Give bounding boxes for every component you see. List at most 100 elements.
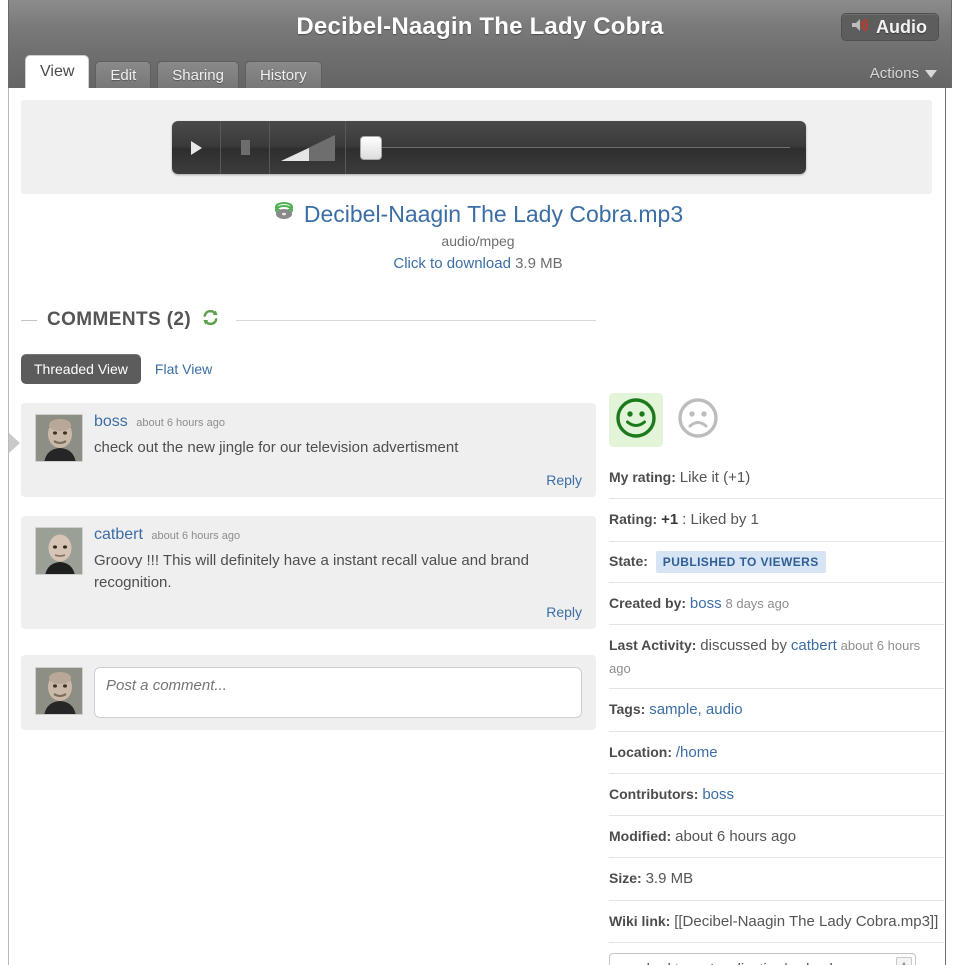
avatar [35,414,83,462]
last-activity-verb: discussed by [700,637,787,655]
my-rating-row: My rating: Like it (+1) [609,457,944,500]
embed-scrollbar[interactable]: ▲ ▼ [896,956,912,965]
volume-slider[interactable] [270,121,346,174]
contributors-label: Contributors: [609,785,699,802]
my-rating-label: My rating: [609,469,676,485]
audio-badge-label: Audio [876,16,927,37]
tab-strip: View Edit Sharing History Actions [8,53,952,88]
contributors-value[interactable]: boss [702,786,734,803]
audio-player-container [21,100,932,194]
panel-expand-arrow-icon[interactable] [9,433,20,453]
audio-player[interactable] [172,121,806,174]
comment-author[interactable]: catbert [94,526,143,543]
created-by-time: 8 days ago [725,596,790,612]
stop-icon [240,140,250,155]
page-title: Decibel-Naagin The Lady Cobra [296,13,664,40]
embed-code-text: <embed type='application/x-shockwave-fla… [618,959,891,965]
tags-label: Tags: [609,701,646,718]
actions-dropdown[interactable]: Actions [870,65,937,82]
size-label: Size: [609,870,642,887]
avatar [35,527,83,575]
my-rating-value: Like it (+1) [679,469,751,486]
location-value[interactable]: /home [676,744,718,761]
comment-timestamp: about 6 hours ago [151,530,241,542]
comment-timestamp: about 6 hours ago [136,417,225,429]
state-row: State: PUBLISHED TO VIEWERS [609,542,944,584]
comments-heading: COMMENTS (2) [47,309,192,330]
content-area: Decibel-Naagin The Lady Cobra.mp3 audio/… [8,88,946,965]
audio-file-page: Decibel-Naagin The Lady Cobra Audio View… [0,0,960,965]
last-activity-label: Last Activity: [609,637,697,654]
modified-row: Modified: about 6 hours ago [609,816,944,859]
file-info: Decibel-Naagin The Lady Cobra.mp3 audio/… [9,200,945,272]
tags-value[interactable]: sample, audio [649,701,742,718]
dislike-button[interactable] [671,393,725,447]
rating-score: +1 [661,511,679,529]
last-activity-user-link[interactable]: catbert [791,637,837,654]
file-mime-type: audio/mpeg [441,233,515,249]
tab-history[interactable]: History [244,61,322,88]
tags-row: Tags: sample, audio [609,689,944,732]
size-value: 3.9 MB [645,870,694,888]
post-comment-input[interactable] [94,666,582,718]
file-size-text: 3.9 MB [515,255,563,272]
file-name-link[interactable]: Decibel-Naagin The Lady Cobra.mp3 [273,200,683,228]
location-row: Location: /home [609,732,944,774]
embed-code-box[interactable]: <embed type='application/x-shockwave-fla… [609,952,916,965]
comment-item: boss about 6 hours ago check out the new… [21,403,596,497]
created-by-row: Created by: boss 8 days ago [609,583,944,626]
scroll-up-arrow-icon[interactable]: ▲ [900,958,909,965]
speaker-icon [850,17,870,38]
comment-text: Groovy !!! This will definitely have a i… [94,552,529,591]
comment-author[interactable]: boss [94,413,128,430]
download-link[interactable]: Click to download [393,255,511,272]
refresh-icon[interactable] [201,308,220,332]
last-activity-row: Last Activity: discussed by catbert abou… [609,625,944,690]
chevron-down-icon [925,69,937,78]
tab-edit[interactable]: Edit [95,61,152,88]
tab-view[interactable]: View [25,55,90,88]
audio-type-badge: Audio [841,13,939,41]
actions-label: Actions [869,65,919,82]
rating-row: Rating: +1 : Liked by 1 [609,499,944,542]
avatar [35,666,83,715]
play-button[interactable] [172,121,221,174]
seek-bar[interactable] [346,121,806,174]
comment-meta: catbert about 6 hours ago [94,527,582,543]
created-by-label: Created by: [609,595,687,612]
comments-section: COMMENTS (2) Threaded View Flat View bos… [21,308,596,730]
metadata-sidebar: My rating: Like it (+1) Rating: +1 : Lik… [609,393,944,965]
threaded-view-button[interactable]: Threaded View [21,354,141,384]
rating-detail: : Liked by 1 [682,511,759,529]
file-name-text: Decibel-Naagin The Lady Cobra.mp3 [303,200,684,227]
location-label: Location: [609,743,672,760]
header-dash [21,319,37,321]
contributors-row: Contributors: boss [609,774,944,817]
comment-view-toggle: Threaded View Flat View [21,354,596,384]
comment-reply-link[interactable]: Reply [35,472,582,488]
rating-label: Rating: [609,511,658,528]
modified-label: Modified: [609,828,672,845]
stop-button[interactable] [221,121,270,174]
wiki-link-value: [[Decibel-Naagin The Lady Cobra.mp3]] [674,912,939,930]
play-icon [190,140,202,155]
title-bar: Decibel-Naagin The Lady Cobra Audio [8,0,952,53]
frowny-face-icon [676,396,720,445]
volume-icon [280,134,335,161]
seek-handle[interactable] [360,135,382,160]
header-rule [236,319,596,321]
tab-sharing[interactable]: Sharing [157,61,239,88]
mp3-file-icon [273,200,295,228]
comment-item: catbert about 6 hours ago Groovy !!! Thi… [21,516,596,629]
embed-code-row: <embed type='application/x-shockwave-fla… [609,943,944,965]
seek-track [382,147,790,148]
flat-view-link[interactable]: Flat View [155,361,212,377]
smiley-face-icon [614,396,658,445]
wiki-link-row: Wiki link: [[Decibel-Naagin The Lady Cob… [609,901,944,943]
created-by-user-link[interactable]: boss [690,595,722,612]
wiki-link-label: Wiki link: [609,912,671,929]
comments-header: COMMENTS (2) [21,308,596,332]
comment-reply-link[interactable]: Reply [35,604,582,620]
like-button[interactable] [609,393,663,447]
state-label: State: [609,552,648,569]
